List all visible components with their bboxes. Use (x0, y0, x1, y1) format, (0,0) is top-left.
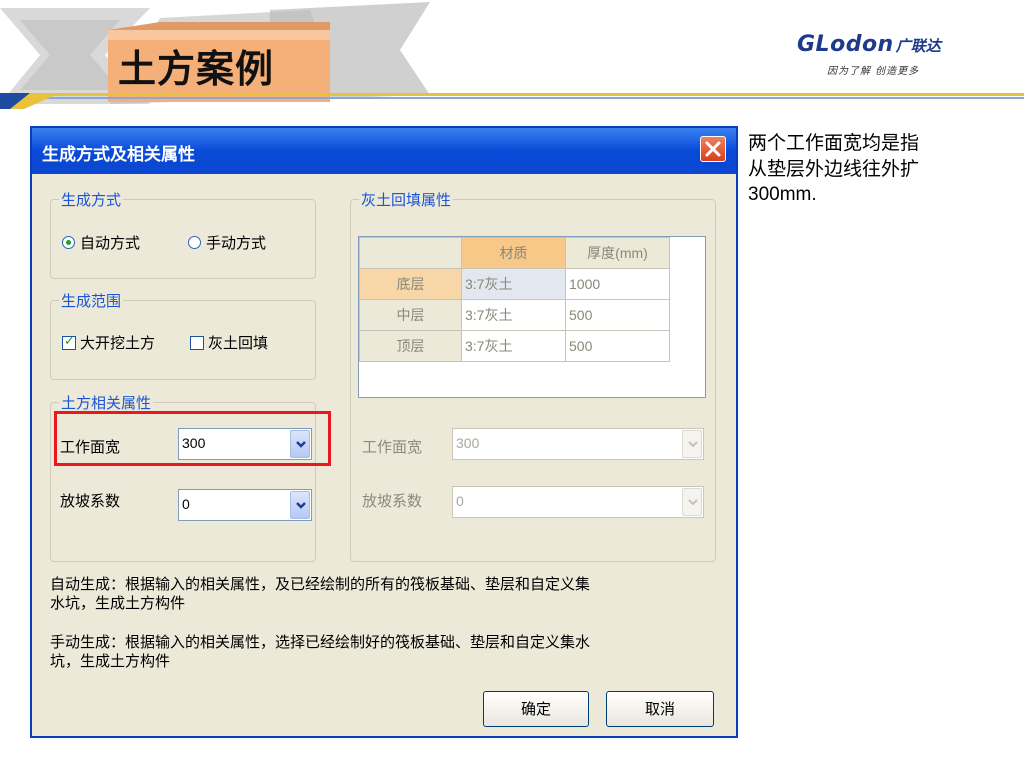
logo-wordmark: GLodon (797, 32, 894, 57)
auto-description-line-1: 自动生成：根据输入的相关属性，及已经绘制的所有的筏板基础、垫层和自定义集 (50, 575, 591, 593)
generate-properties-dialog: 生成方式及相关属性 生成方式 自动方式 手动方式 生成范围 ✓ 大开挖土方 灰土… (30, 126, 738, 738)
table-row: 顶层 3:7灰土 500 (359, 330, 670, 362)
row-header[interactable]: 中层 (359, 299, 462, 331)
slope-select[interactable]: 0 (178, 489, 312, 521)
backfill-slope-select: 0 (452, 486, 704, 518)
slope-value: 0 (182, 496, 190, 512)
slope-label: 放坡系数 (60, 492, 121, 510)
header-divider (0, 93, 1024, 109)
backfill-checkbox[interactable] (190, 336, 204, 350)
table-cell[interactable]: 1000 (565, 268, 670, 300)
note-line-2: 从垫层外边线往外扩 (748, 158, 920, 180)
table-corner (359, 237, 462, 269)
chevron-down-icon (688, 499, 698, 506)
slide-title: 土方案例 (118, 47, 275, 91)
glodon-logo: GLodon 广联达 因为了解 创造更多 (797, 32, 997, 77)
table-cell[interactable]: 3:7灰土 (461, 299, 566, 331)
column-header-material[interactable]: 材质 (461, 237, 566, 269)
table-row: 中层 3:7灰土 500 (359, 299, 670, 331)
cancel-button[interactable]: 取消 (606, 691, 714, 727)
auto-description-line-2: 水坑，生成土方构件 (50, 594, 186, 612)
chevron-down-icon (688, 441, 698, 448)
chevron-down-icon (296, 502, 306, 509)
auto-mode-radio[interactable] (62, 236, 75, 249)
logo-chinese: 广联达 (895, 37, 941, 55)
close-button[interactable] (700, 136, 726, 162)
auto-description: 自动生成：根据输入的相关属性，及已经绘制的所有的筏板基础、垫层和自定义集 水坑，… (50, 575, 720, 613)
auto-mode-label[interactable]: 自动方式 (80, 232, 140, 253)
manual-description-line-1: 手动生成：根据输入的相关属性，选择已经绘制好的筏板基础、垫层和自定义集水 (50, 633, 591, 651)
backfill-work-width-select: 300 (452, 428, 704, 460)
dialog-titlebar[interactable]: 生成方式及相关属性 (32, 128, 736, 174)
manual-mode-label[interactable]: 手动方式 (206, 232, 266, 253)
excavation-label[interactable]: 大开挖土方 (80, 332, 155, 353)
generation-scope-legend: 生成范围 (59, 290, 124, 311)
column-header-thickness[interactable]: 厚度(mm) (565, 237, 670, 269)
close-icon (705, 141, 721, 157)
excavation-checkbox[interactable]: ✓ (62, 334, 76, 350)
backfill-work-width-dropdown (682, 430, 702, 458)
dialog-title: 生成方式及相关属性 (42, 145, 195, 165)
backfill-layers-table: 材质 厚度(mm) 底层 3:7灰土 1000 中层 3:7灰土 500 顶层 … (358, 236, 706, 398)
backfill-slope-dropdown (682, 488, 702, 516)
slope-dropdown-button[interactable] (290, 491, 310, 519)
row-header[interactable]: 底层 (359, 268, 462, 300)
backfill-label[interactable]: 灰土回填 (208, 332, 268, 353)
logo-slogan: 因为了解 创造更多 (827, 66, 920, 77)
table-cell[interactable]: 3:7灰土 (461, 330, 566, 362)
work-width-highlight (54, 411, 331, 466)
explanation-note: 两个工作面宽均是指 从垫层外边线往外扩 300mm. (748, 130, 998, 208)
earthwork-props-legend: 土方相关属性 (59, 392, 154, 413)
table-cell[interactable]: 3:7灰土 (461, 268, 566, 300)
backfill-slope-label: 放坡系数 (362, 492, 423, 510)
manual-description-line-2: 坑，生成土方构件 (50, 652, 171, 670)
generation-mode-legend: 生成方式 (59, 189, 124, 210)
backfill-slope-value: 0 (456, 493, 464, 509)
note-line-1: 两个工作面宽均是指 (748, 132, 920, 154)
table-cell[interactable]: 500 (565, 330, 670, 362)
row-header[interactable]: 顶层 (359, 330, 462, 362)
table-row: 底层 3:7灰土 1000 (359, 268, 670, 300)
manual-mode-radio[interactable] (188, 236, 201, 249)
table-cell[interactable]: 500 (565, 299, 670, 331)
backfill-props-legend: 灰土回填属性 (359, 189, 454, 210)
backfill-work-width-value: 300 (456, 435, 480, 451)
ok-button[interactable]: 确定 (483, 691, 589, 727)
backfill-work-width-label: 工作面宽 (362, 438, 423, 456)
manual-description: 手动生成：根据输入的相关属性，选择已经绘制好的筏板基础、垫层和自定义集水 坑，生… (50, 633, 720, 671)
note-line-3: 300mm. (748, 184, 817, 205)
check-icon: ✓ (64, 334, 75, 349)
